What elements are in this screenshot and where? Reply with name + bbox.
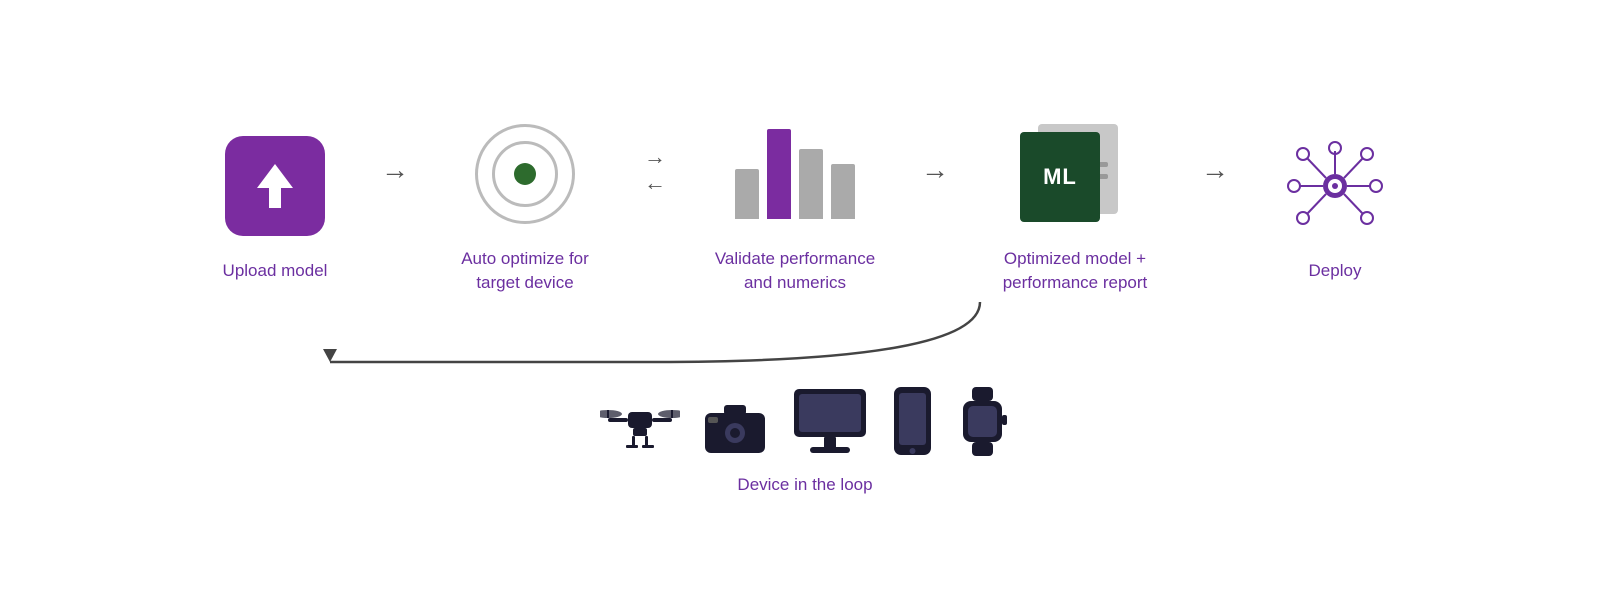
arrow-4: → <box>1175 156 1255 259</box>
arrow-right-icon-2: → <box>921 156 949 184</box>
curve-arrow-row <box>0 300 1315 370</box>
drone-icon <box>600 390 680 460</box>
bar-1 <box>735 169 759 219</box>
upload-model-icon <box>220 131 330 241</box>
chart-icon <box>740 119 850 229</box>
target-icon <box>470 119 580 229</box>
deploy-network-icon <box>1285 136 1385 236</box>
devices-label: Device in the loop <box>737 475 872 495</box>
step-optimized-model: ML Optimized model +performance report <box>975 119 1175 295</box>
devices-icons-row <box>600 385 1010 460</box>
validate-label: Validate performanceand numerics <box>715 247 875 295</box>
devices-row: Device in the loop <box>600 385 1010 495</box>
step-upload-model: Upload model <box>195 131 355 283</box>
step-validate: Validate performanceand numerics <box>695 119 895 295</box>
arrow-left-bottom: ← <box>644 172 666 194</box>
bar-chart-icon <box>735 129 855 219</box>
arrow-3: → <box>895 156 975 259</box>
smartwatch-icon <box>955 385 1010 460</box>
deploy-icon <box>1280 131 1390 241</box>
arrow-2: → ← <box>615 146 695 269</box>
bar-4 <box>831 164 855 219</box>
optimized-model-label: Optimized model +performance report <box>1003 247 1148 295</box>
diagram-container: Upload model → Auto optimize fortarget d… <box>105 89 1505 525</box>
ml-document-icon: ML <box>1020 124 1130 224</box>
ml-text-label: ML <box>1043 164 1077 190</box>
arrow-1: → <box>355 156 435 259</box>
ml-doc-front: ML <box>1020 132 1100 222</box>
steps-row: Upload model → Auto optimize fortarget d… <box>145 119 1465 295</box>
step-auto-optimize: Auto optimize fortarget device <box>435 119 615 295</box>
arrow-right-icon: → <box>381 156 409 184</box>
bar-2 <box>767 129 791 219</box>
arrow-right-top: → <box>644 146 666 168</box>
feedback-arrow-svg <box>230 297 1080 372</box>
camera-icon <box>700 395 770 460</box>
step-deploy: Deploy <box>1255 131 1415 283</box>
phone-icon <box>890 385 935 460</box>
target-ring <box>492 141 558 207</box>
arrow-right-icon-3: → <box>1201 156 1229 184</box>
auto-optimize-label: Auto optimize fortarget device <box>461 247 589 295</box>
monitor-icon <box>790 385 870 460</box>
ml-model-icon: ML <box>1015 119 1135 229</box>
target-center <box>514 163 536 185</box>
upload-box-icon <box>225 136 325 236</box>
bullseye-icon <box>475 124 575 224</box>
upload-model-label: Upload model <box>223 259 328 283</box>
bar-3 <box>799 149 823 219</box>
deploy-label: Deploy <box>1309 259 1362 283</box>
bidirectional-arrow-icon: → ← <box>644 146 666 194</box>
